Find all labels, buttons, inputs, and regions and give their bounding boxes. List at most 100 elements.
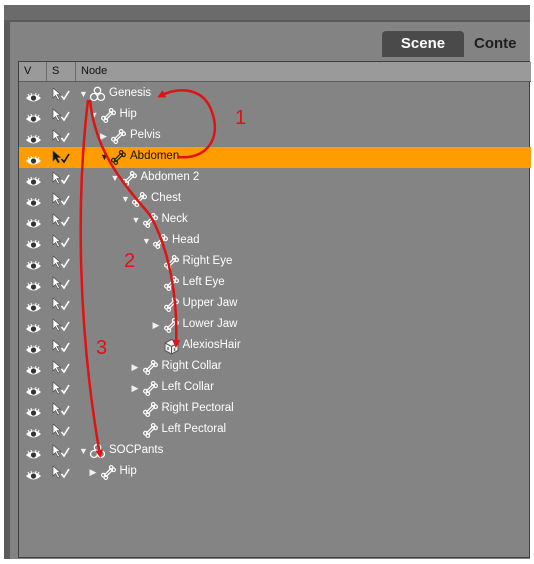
node-label: Left Collar <box>161 381 214 393</box>
tree-row[interactable]: ▼ Hip <box>19 105 531 126</box>
tree-row[interactable]: ▼ Genesis <box>19 84 531 105</box>
node-label: Abdomen 2 <box>140 171 200 183</box>
column-header-visible[interactable]: V <box>19 62 47 81</box>
tree-row[interactable]: ▶ Right Collar <box>19 357 531 378</box>
bone-icon <box>142 212 159 229</box>
node-label: Pelvis <box>130 129 161 141</box>
selectable-cursor-icon[interactable] <box>52 276 70 291</box>
eye-icon[interactable] <box>25 174 42 186</box>
bone-icon <box>142 401 159 418</box>
selectable-cursor-icon[interactable] <box>52 129 70 144</box>
node-label: Left Eye <box>182 276 225 288</box>
tree-row[interactable]: ▼ Neck <box>19 210 531 231</box>
collapsed-triangle-icon[interactable]: ▶ <box>132 383 139 394</box>
scene-tree-table: V S Node ▼ Genesis ▼ Hip ▶ Pelvis ▼ Abdomen ▼ Abd… <box>18 61 531 558</box>
collapsed-triangle-icon[interactable]: ▶ <box>153 320 160 331</box>
tree-row[interactable]: Right Pectoral <box>19 399 531 420</box>
selectable-cursor-icon[interactable] <box>52 465 70 480</box>
node-label: Head <box>172 234 200 246</box>
tree-row[interactable]: ▼ Abdomen <box>19 147 531 168</box>
tree-row[interactable]: ▼ Abdomen 2 <box>19 168 531 189</box>
node-label: Left Pectoral <box>161 423 227 435</box>
selectable-cursor-icon[interactable] <box>52 297 70 312</box>
eye-icon[interactable] <box>25 300 42 312</box>
selectable-cursor-icon[interactable] <box>52 339 70 354</box>
selectable-cursor-icon[interactable] <box>52 423 70 438</box>
figure-icon <box>89 443 106 460</box>
expanded-triangle-icon[interactable]: ▼ <box>111 173 120 183</box>
eye-icon[interactable] <box>25 384 42 396</box>
expanded-triangle-icon[interactable]: ▼ <box>90 110 99 120</box>
bone-icon <box>142 422 159 439</box>
eye-icon[interactable] <box>25 321 42 333</box>
selectable-cursor-icon[interactable] <box>52 87 70 102</box>
tree-row[interactable]: ▶ Hip <box>19 462 531 483</box>
tab-scene[interactable]: Scene <box>382 31 464 57</box>
node-label: Abdomen <box>130 150 180 162</box>
eye-icon[interactable] <box>25 426 42 438</box>
eye-icon[interactable] <box>25 447 42 459</box>
expanded-triangle-icon[interactable]: ▼ <box>100 152 109 162</box>
selectable-cursor-icon[interactable] <box>52 108 70 123</box>
collapsed-triangle-icon[interactable]: ▶ <box>132 362 139 373</box>
eye-icon[interactable] <box>25 237 42 249</box>
node-label: Neck <box>161 213 188 225</box>
bone-icon <box>100 107 117 124</box>
selectable-cursor-icon[interactable] <box>52 234 70 249</box>
tree-row[interactable]: ▶ Left Collar <box>19 378 531 399</box>
eye-icon[interactable] <box>25 153 42 165</box>
selectable-cursor-icon[interactable] <box>52 213 70 228</box>
bone-icon <box>100 464 117 481</box>
bone-icon <box>131 191 148 208</box>
bone-icon <box>152 233 169 250</box>
eye-icon[interactable] <box>25 363 42 375</box>
node-label: Right Pectoral <box>161 402 234 414</box>
eye-icon[interactable] <box>25 279 42 291</box>
selectable-cursor-icon[interactable] <box>52 150 70 165</box>
tree-row[interactable]: Right Eye <box>19 252 531 273</box>
eye-icon[interactable] <box>25 195 42 207</box>
selectable-cursor-icon[interactable] <box>52 192 70 207</box>
selectable-cursor-icon[interactable] <box>52 171 70 186</box>
eye-icon[interactable] <box>25 132 42 144</box>
expanded-triangle-icon[interactable]: ▼ <box>79 89 88 99</box>
selectable-cursor-icon[interactable] <box>52 255 70 270</box>
bone-icon <box>163 296 180 313</box>
bone-icon <box>110 128 127 145</box>
tree-row[interactable]: Upper Jaw <box>19 294 531 315</box>
selectable-cursor-icon[interactable] <box>52 381 70 396</box>
selectable-cursor-icon[interactable] <box>52 360 70 375</box>
tree-row[interactable]: ▼ SOCPants <box>19 441 531 462</box>
tree-header: V S Node <box>19 62 531 82</box>
eye-icon[interactable] <box>25 405 42 417</box>
tree-row[interactable]: ▶ Lower Jaw <box>19 315 531 336</box>
tab-content[interactable]: Conte <box>474 31 534 57</box>
tree-row[interactable]: Left Eye <box>19 273 531 294</box>
bone-icon <box>163 275 180 292</box>
annotation-number-2: 2 <box>124 250 136 272</box>
selectable-cursor-icon[interactable] <box>52 318 70 333</box>
selectable-cursor-icon[interactable] <box>52 444 70 459</box>
eye-icon[interactable] <box>25 342 42 354</box>
eye-icon[interactable] <box>25 216 42 228</box>
expanded-triangle-icon[interactable]: ▼ <box>79 446 88 456</box>
bone-icon <box>121 170 138 187</box>
collapsed-triangle-icon[interactable]: ▶ <box>90 467 97 478</box>
tree-row[interactable]: ▶ Pelvis <box>19 126 531 147</box>
eye-icon[interactable] <box>25 258 42 270</box>
eye-icon[interactable] <box>25 111 42 123</box>
tree-row[interactable]: Left Pectoral <box>19 420 531 441</box>
eye-icon[interactable] <box>25 90 42 102</box>
tree-row[interactable]: ▼ Chest <box>19 189 531 210</box>
column-header-node[interactable]: Node <box>76 62 531 81</box>
expanded-triangle-icon[interactable]: ▼ <box>142 236 151 246</box>
selectable-cursor-icon[interactable] <box>52 402 70 417</box>
tree-row[interactable]: ▼ Head <box>19 231 531 252</box>
expanded-triangle-icon[interactable]: ▼ <box>121 194 130 204</box>
collapsed-triangle-icon[interactable]: ▶ <box>100 131 107 142</box>
screenshot-frame: Scene Conte V S Node ▼ Genesis ▼ Hip ▶ Pelvis… <box>0 0 534 564</box>
node-label: Genesis <box>109 87 152 99</box>
column-header-selectable[interactable]: S <box>47 62 76 81</box>
expanded-triangle-icon[interactable]: ▼ <box>132 215 141 225</box>
eye-icon[interactable] <box>25 468 42 480</box>
